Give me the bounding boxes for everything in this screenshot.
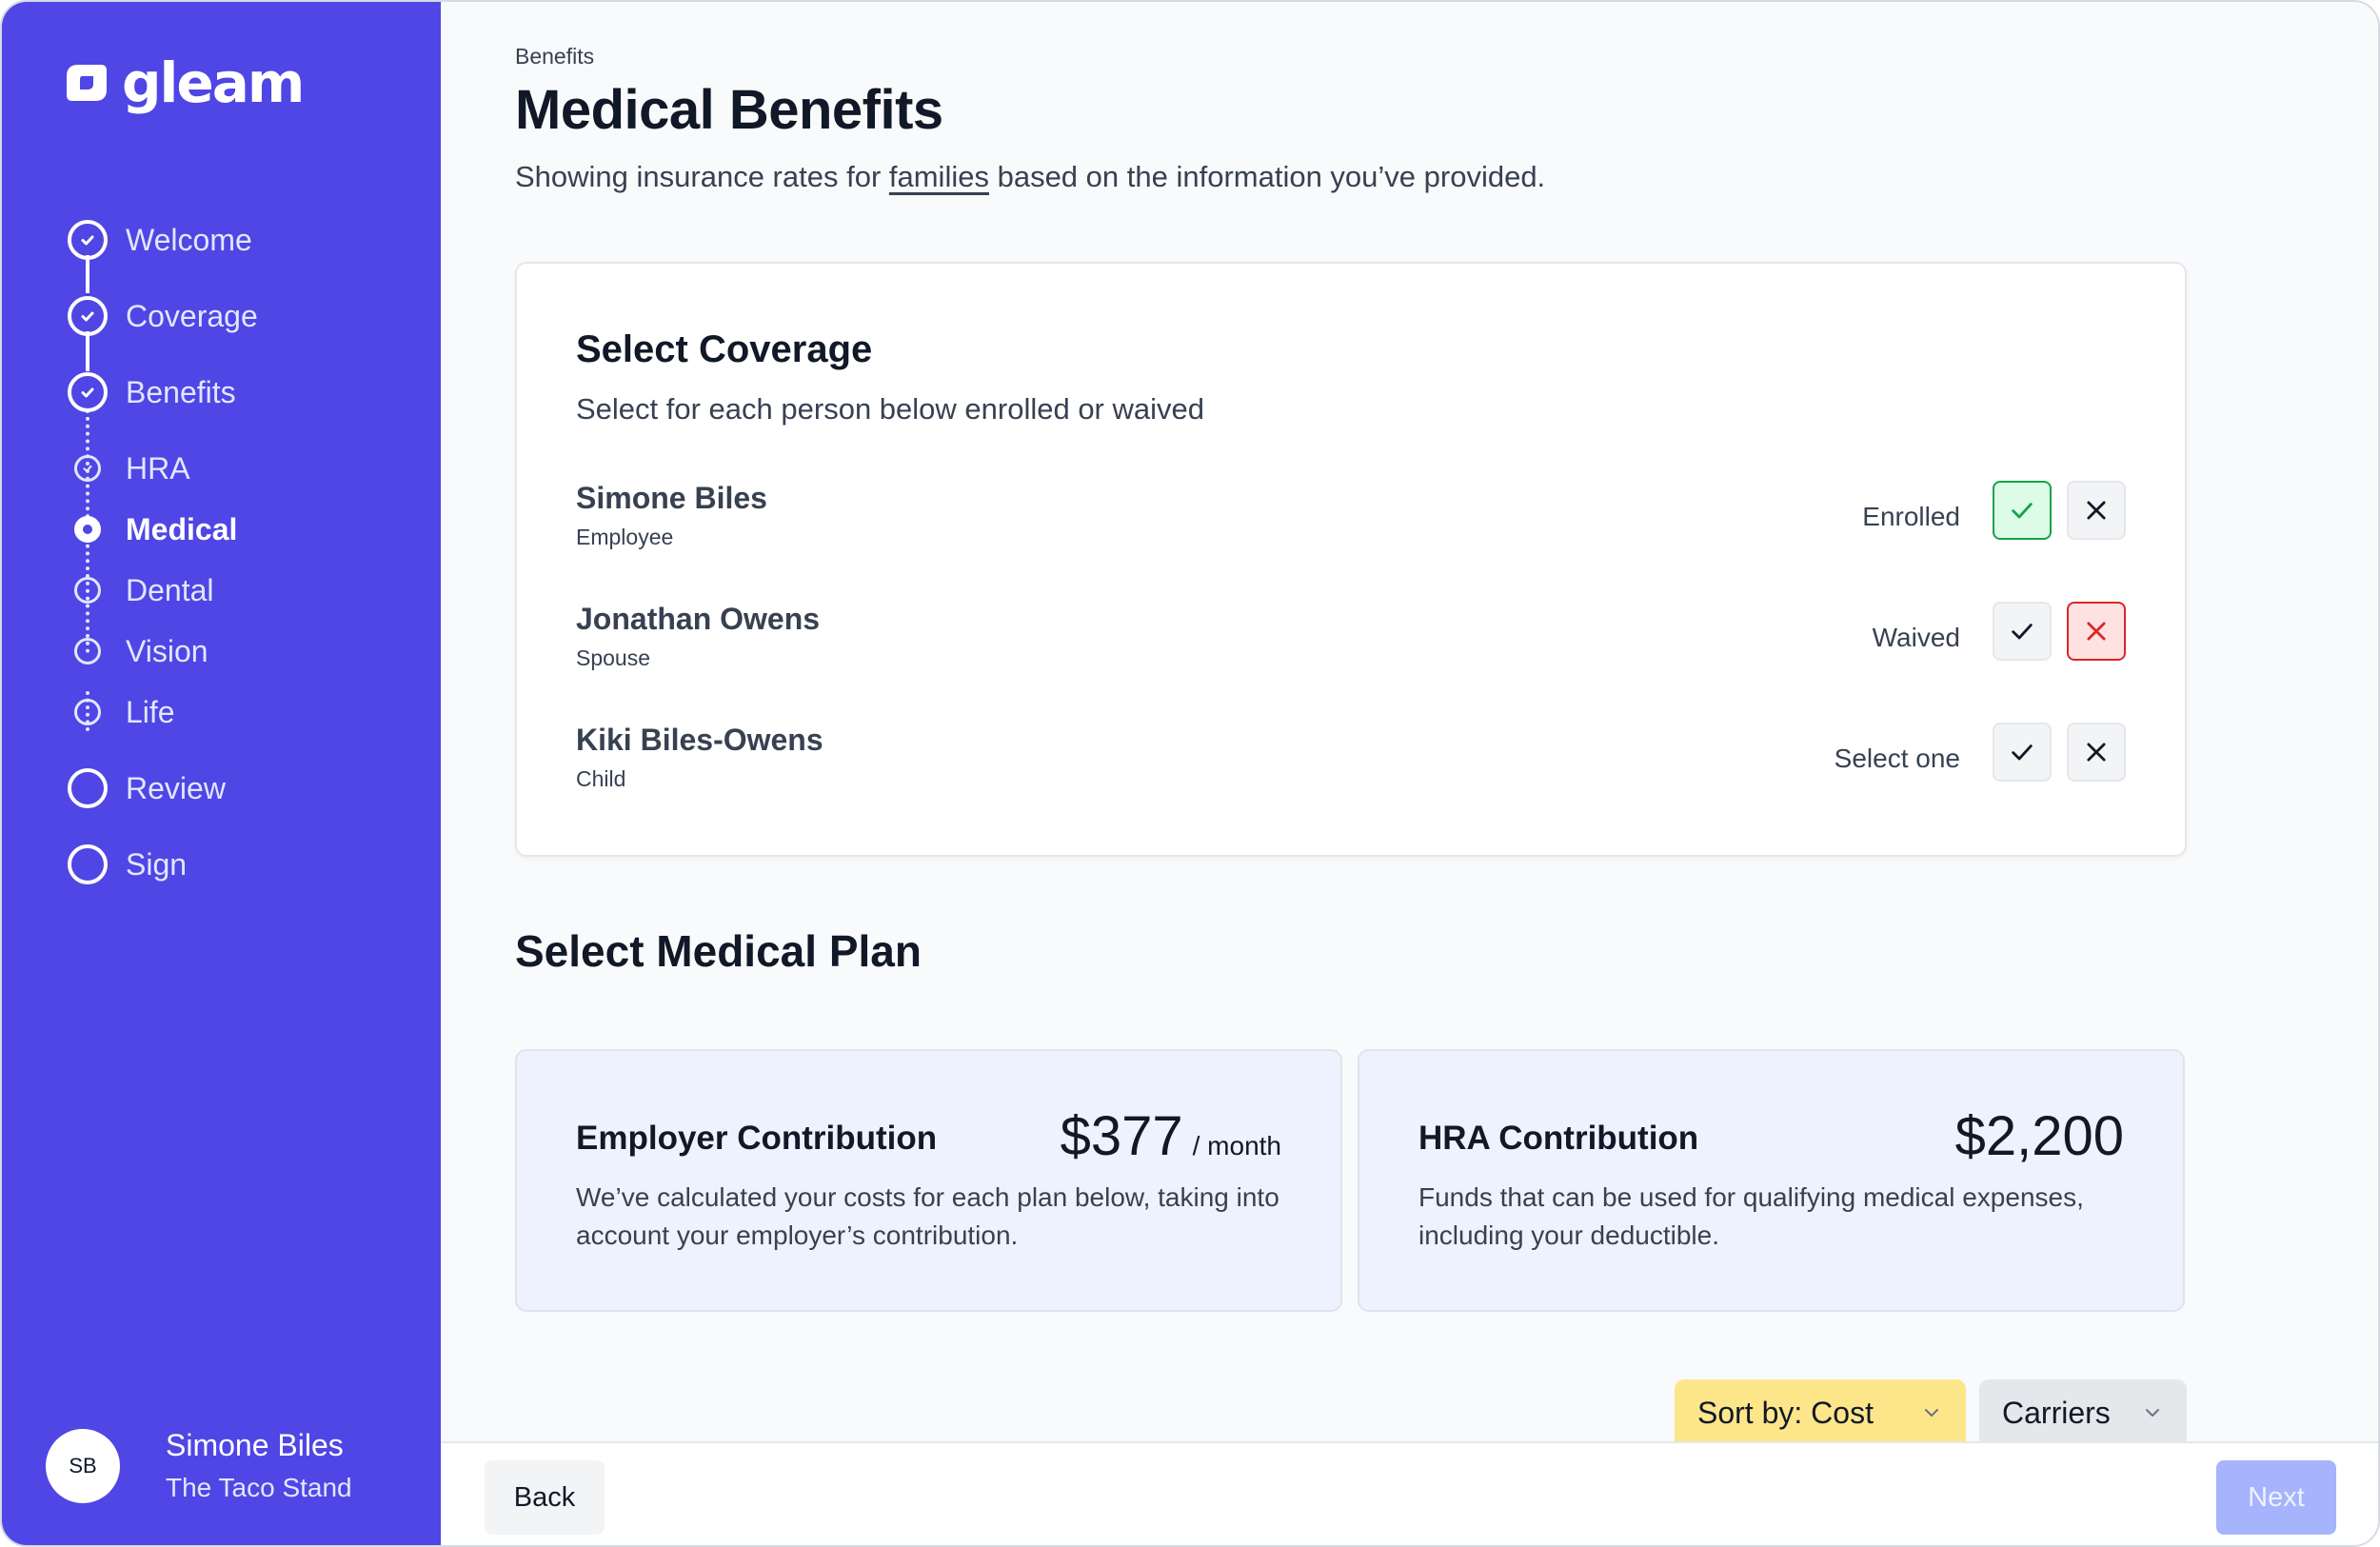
main-content: Benefits Medical Benefits Showing insura… [441, 2, 2378, 1446]
check-icon [2012, 503, 2033, 519]
close-icon [2087, 622, 2106, 641]
person-row: Kiki Biles-Owens Child Select one [576, 723, 2126, 791]
coverage-subtitle: Select for each person below enrolled or… [576, 392, 1204, 426]
step-label: Welcome [126, 222, 252, 257]
empty-circle-icon [74, 699, 101, 725]
enroll-button[interactable] [1993, 602, 2052, 661]
sort-label: Sort by: Cost [1697, 1395, 1874, 1430]
step-label: HRA [126, 450, 190, 486]
person-status: Enrolled [1862, 502, 1960, 531]
carriers-label: Carriers [2002, 1395, 2111, 1430]
empty-circle-icon [68, 768, 108, 808]
hra-contribution-card: HRA Contribution $2,200 Funds that can b… [1358, 1049, 2185, 1312]
carriers-dropdown[interactable]: Carriers [1979, 1379, 2187, 1446]
step-label: Review [126, 770, 226, 805]
check-icon [2012, 624, 2033, 640]
enroll-button[interactable] [1993, 723, 2052, 782]
empty-circle-icon [74, 577, 101, 604]
check-circle-small-icon [74, 455, 101, 482]
step-sign[interactable]: Sign [65, 842, 187, 887]
person-role: Spouse [576, 645, 651, 670]
medical-plan-title: Select Medical Plan [515, 926, 922, 976]
step-label: Coverage [126, 298, 258, 333]
person-status: Waived [1872, 623, 1960, 652]
breadcrumb[interactable]: Benefits [515, 44, 594, 69]
step-benefits[interactable]: Benefits [65, 369, 236, 415]
close-icon [2087, 743, 2106, 762]
person-row: Jonathan Owens Spouse Waived [576, 602, 2126, 670]
hra-contribution-title: HRA Contribution [1418, 1120, 1699, 1157]
user-profile[interactable]: SB Simone Biles The Taco Stand [46, 1428, 352, 1503]
enroll-button[interactable] [1993, 481, 2052, 540]
employer-contribution-unit: / month [1192, 1131, 1281, 1160]
hra-contribution-description: Funds that can be used for qualifying me… [1418, 1182, 2084, 1250]
back-button[interactable]: Back [485, 1460, 605, 1535]
brand-name: gleam [122, 50, 305, 115]
step-life[interactable]: Life [65, 689, 175, 735]
check-circle-icon [68, 296, 108, 336]
sidebar: gleam Welcome Coverage Benefits HRA Medi… [2, 2, 441, 1545]
user-company: The Taco Stand [166, 1473, 352, 1502]
empty-circle-icon [74, 638, 101, 664]
step-vision[interactable]: Vision [65, 628, 208, 674]
app-window: gleam Welcome Coverage Benefits HRA Medi… [0, 0, 2380, 1547]
employer-contribution-description: We’ve calculated your costs for each pla… [576, 1182, 1279, 1250]
brand-logo[interactable]: gleam [65, 50, 305, 115]
step-label: Life [126, 694, 175, 729]
chevron-down-icon [1925, 1409, 1938, 1417]
footer-bar: Back Next [441, 1441, 2378, 1545]
employer-contribution-title: Employer Contribution [576, 1120, 938, 1157]
waive-button[interactable] [2067, 602, 2126, 661]
close-icon [2087, 501, 2106, 520]
sort-dropdown[interactable]: Sort by: Cost [1675, 1379, 1966, 1446]
hra-contribution-amount: $2,200 [1954, 1105, 2124, 1167]
person-status: Select one [1834, 744, 1960, 773]
page-title: Medical Benefits [515, 79, 943, 141]
person-name: Jonathan Owens [576, 602, 821, 636]
step-medical[interactable]: Medical [65, 506, 237, 552]
step-label: Vision [126, 633, 208, 668]
person-row: Simone Biles Employee Enrolled [576, 481, 2126, 549]
person-role: Child [576, 766, 626, 791]
person-name: Kiki Biles-Owens [576, 723, 823, 757]
step-review[interactable]: Review [65, 765, 226, 811]
step-label: Benefits [126, 374, 236, 409]
step-label: Sign [126, 846, 188, 882]
page-subtitle: Showing insurance rates for families bas… [515, 160, 1546, 193]
avatar: SB [46, 1428, 120, 1503]
person-role: Employee [576, 525, 674, 549]
employer-contribution-amount: $377 [1060, 1105, 1183, 1167]
gleam-logo-icon [65, 61, 109, 105]
step-label: Medical [126, 511, 238, 546]
empty-circle-icon [68, 844, 108, 884]
families-link[interactable]: families [889, 160, 989, 193]
next-button[interactable]: Next [2216, 1460, 2336, 1535]
step-welcome[interactable]: Welcome [65, 217, 252, 263]
check-circle-icon [68, 372, 108, 412]
waive-button[interactable] [2067, 481, 2126, 540]
step-coverage[interactable]: Coverage [65, 293, 258, 339]
coverage-card: Select Coverage Select for each person b… [515, 262, 2187, 857]
check-icon [2012, 744, 2033, 761]
person-name: Simone Biles [576, 481, 767, 515]
user-name: Simone Biles [166, 1428, 344, 1462]
step-hra[interactable]: HRA [65, 446, 190, 491]
employer-contribution-card: Employer Contribution $377 / month We’ve… [515, 1049, 1342, 1312]
check-circle-icon [68, 220, 108, 260]
waive-button[interactable] [2067, 723, 2126, 782]
chevron-down-icon [2146, 1409, 2159, 1417]
step-label: Dental [126, 572, 214, 607]
step-dental[interactable]: Dental [65, 567, 214, 613]
coverage-title: Select Coverage [576, 328, 873, 370]
current-step-icon [74, 516, 101, 543]
